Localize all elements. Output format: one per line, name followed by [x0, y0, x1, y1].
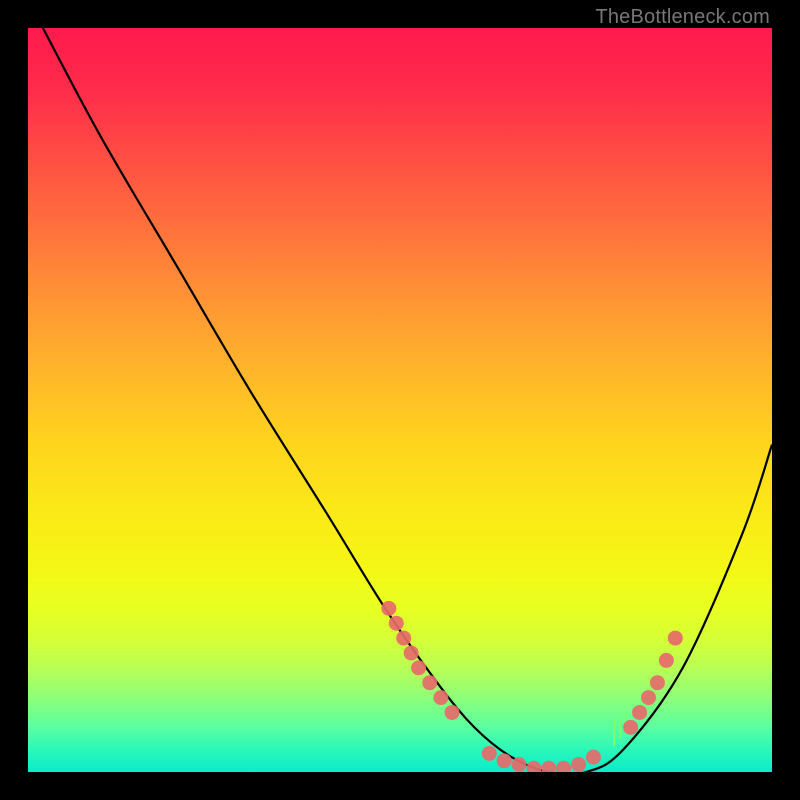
data-point	[482, 746, 497, 761]
data-point	[623, 720, 638, 735]
data-point	[389, 616, 404, 631]
data-point	[586, 750, 601, 765]
data-point	[512, 757, 527, 772]
data-point	[526, 761, 541, 772]
data-point	[541, 761, 556, 772]
data-point	[497, 753, 512, 768]
data-points-layer	[381, 601, 682, 772]
data-point	[641, 690, 656, 705]
data-point	[404, 645, 419, 660]
data-point	[422, 675, 437, 690]
data-point	[396, 631, 411, 646]
data-point	[571, 757, 586, 772]
data-point	[445, 705, 460, 720]
data-point	[381, 601, 396, 616]
data-point	[433, 690, 448, 705]
watermark-text: TheBottleneck.com	[595, 6, 770, 29]
chart-svg	[28, 28, 772, 772]
data-point	[556, 761, 571, 772]
data-point	[659, 653, 674, 668]
data-point	[668, 631, 683, 646]
data-point	[650, 675, 665, 690]
chart-frame: TheBottleneck.com	[0, 0, 800, 800]
data-point	[632, 705, 647, 720]
data-point	[411, 660, 426, 675]
plot-area	[28, 28, 772, 772]
